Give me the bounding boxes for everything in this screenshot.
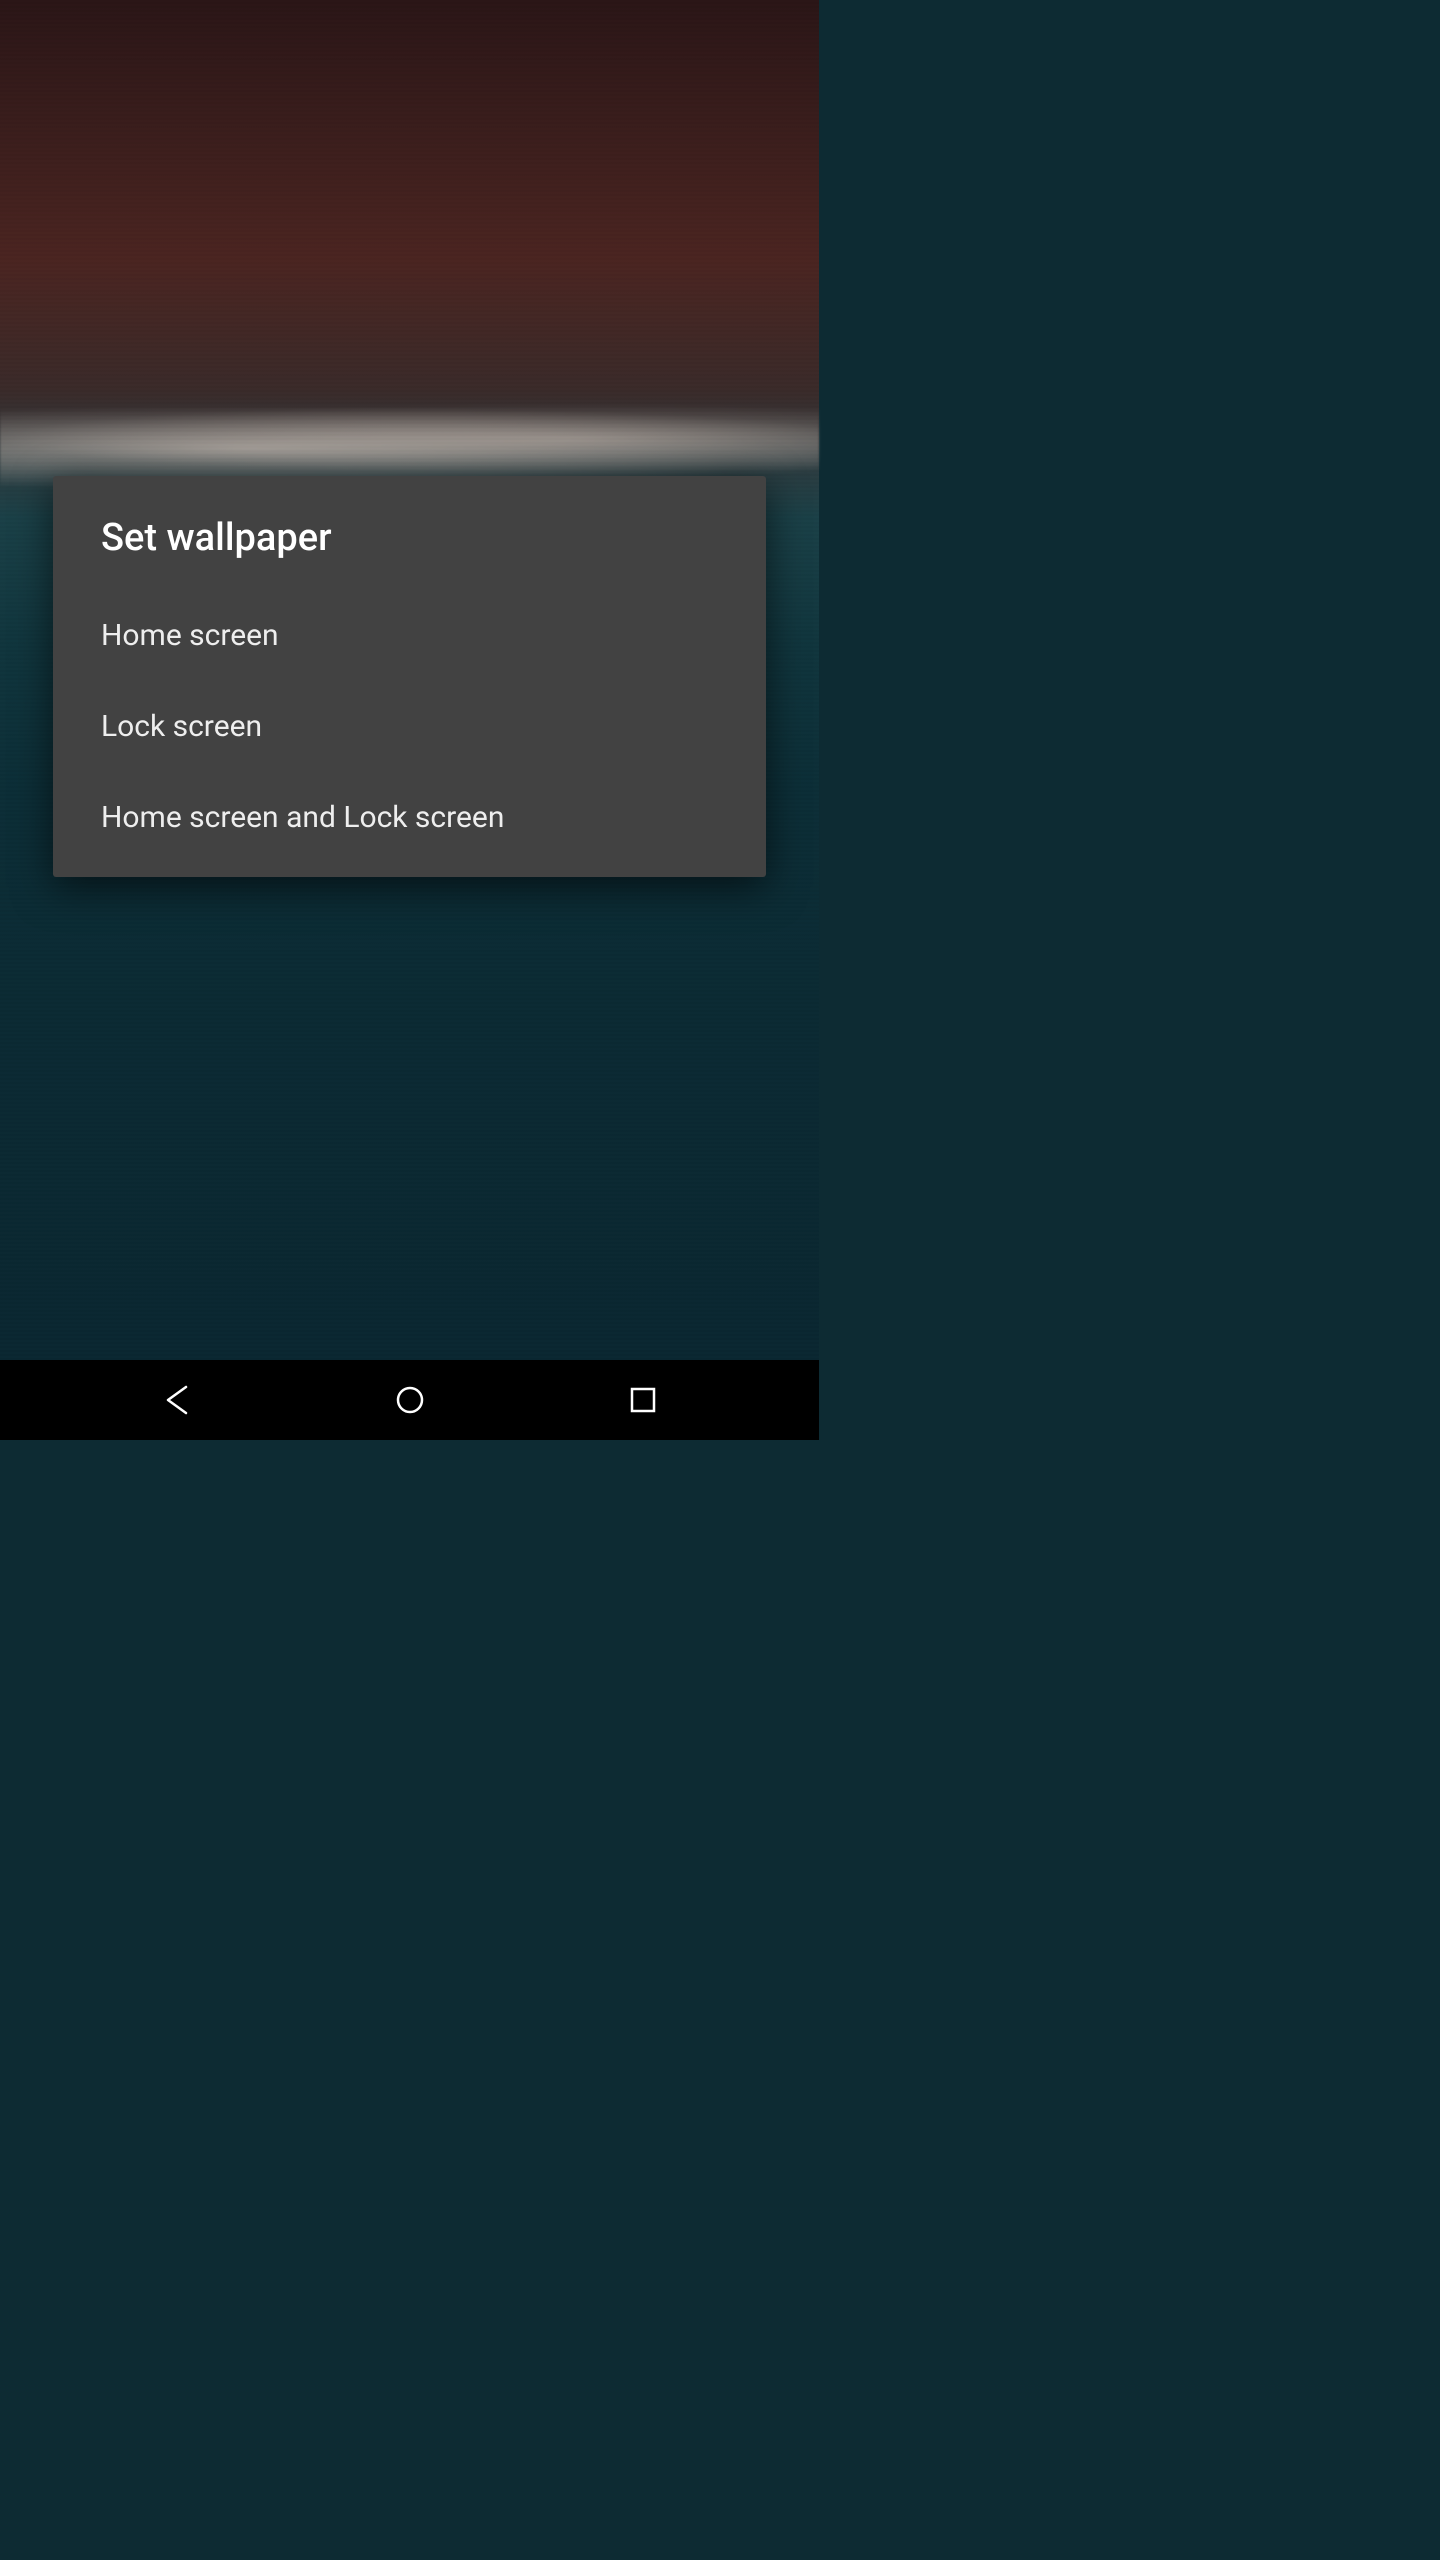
option-label: Lock screen <box>101 709 262 744</box>
home-button[interactable] <box>350 1370 470 1430</box>
set-wallpaper-dialog: Set wallpaper Home screen Lock screen Ho… <box>53 476 766 877</box>
option-home-screen[interactable]: Home screen <box>53 590 766 681</box>
option-lock-screen[interactable]: Lock screen <box>53 681 766 772</box>
dialog-title: Set wallpaper <box>53 476 766 590</box>
home-icon <box>393 1383 427 1417</box>
back-button[interactable] <box>117 1370 237 1430</box>
system-navigation-bar <box>0 1360 819 1440</box>
option-label: Home screen and Lock screen <box>101 800 504 835</box>
back-icon <box>160 1383 194 1417</box>
recents-button[interactable] <box>583 1370 703 1430</box>
option-home-and-lock-screen[interactable]: Home screen and Lock screen <box>53 772 766 863</box>
option-label: Home screen <box>101 618 279 653</box>
recents-icon <box>628 1385 658 1415</box>
